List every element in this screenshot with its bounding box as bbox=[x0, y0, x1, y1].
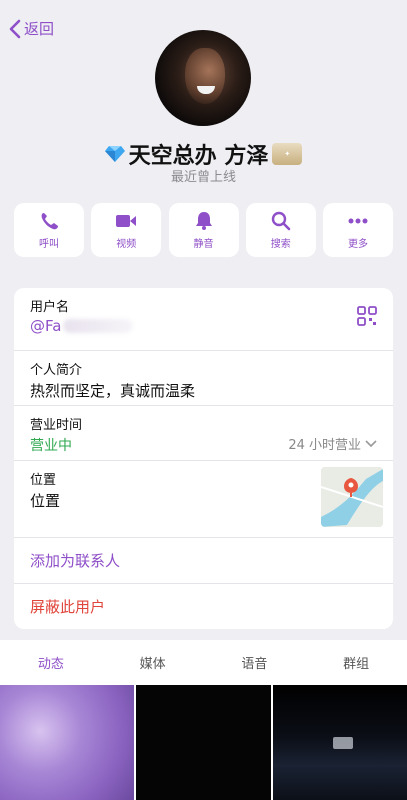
tab-groups[interactable]: 群组 bbox=[333, 653, 379, 672]
business-hours-row[interactable]: 营业时间 营业中 24 小时营业 bbox=[14, 406, 393, 461]
more-label: 更多 bbox=[348, 238, 368, 250]
location-row[interactable]: 位置 位置 bbox=[14, 461, 393, 538]
bio-row: 个人简介 热烈而坚定，真诚而温柔 bbox=[14, 351, 393, 406]
back-button[interactable]: 返回 bbox=[8, 18, 54, 39]
media-thumbnail[interactable] bbox=[0, 685, 135, 800]
premium-badge-icon: ✦ bbox=[272, 143, 303, 165]
tab-posts[interactable]: 动态 bbox=[28, 653, 74, 690]
back-label: 返回 bbox=[24, 20, 55, 38]
thumbnail-highlight bbox=[332, 737, 353, 749]
business-hours-summary: 24 小时营业 bbox=[288, 434, 377, 453]
call-button[interactable]: 呼叫 bbox=[14, 203, 84, 257]
tab-voice[interactable]: 语音 bbox=[231, 653, 277, 672]
username-value-wrap: @Fa bbox=[30, 317, 377, 335]
bell-icon bbox=[195, 211, 212, 230]
map-thumbnail bbox=[321, 467, 383, 527]
username-blurred bbox=[63, 319, 134, 333]
tab-media[interactable]: 媒体 bbox=[130, 653, 176, 672]
username-label: 用户名 bbox=[30, 300, 70, 315]
location-map[interactable] bbox=[321, 467, 383, 527]
content-tabs: 动态 媒体 语音 群组 bbox=[0, 640, 407, 690]
business-hours-label: 营业时间 bbox=[30, 418, 83, 433]
business-hours-value: 24 小时营业 bbox=[288, 438, 361, 453]
mute-button[interactable]: 静音 bbox=[168, 203, 239, 257]
phone-icon bbox=[41, 212, 58, 229]
avatar[interactable] bbox=[155, 30, 251, 126]
chevron-left-icon bbox=[9, 19, 21, 38]
action-bar: 呼叫 视频 静音 搜索 更多 bbox=[14, 203, 393, 257]
search-icon bbox=[271, 211, 291, 230]
more-icon bbox=[348, 218, 368, 223]
qr-code-icon[interactable] bbox=[357, 306, 377, 326]
add-contact-button[interactable]: 添加为联系人 bbox=[14, 538, 393, 584]
last-seen-status: 最近曾上线 bbox=[170, 170, 236, 185]
bio-label: 个人简介 bbox=[30, 363, 83, 378]
call-label: 呼叫 bbox=[39, 238, 59, 250]
search-button[interactable]: 搜索 bbox=[245, 203, 316, 257]
more-button[interactable]: 更多 bbox=[323, 203, 393, 257]
bio-value: 热烈而坚定，真诚而温柔 bbox=[30, 382, 196, 400]
media-thumbnail[interactable] bbox=[136, 685, 271, 800]
avatar-face bbox=[185, 48, 225, 104]
info-card: 用户名 @Fa 个人简介 热烈而坚定，真诚而温柔 营业时间 营业中 24 小时营… bbox=[14, 288, 393, 629]
video-icon bbox=[116, 214, 137, 227]
username-row[interactable]: 用户名 @Fa bbox=[14, 288, 393, 351]
search-label: 搜索 bbox=[270, 238, 291, 250]
media-thumbnail[interactable] bbox=[272, 685, 407, 800]
diamond-icon bbox=[104, 146, 125, 162]
media-grid bbox=[0, 685, 407, 800]
video-button[interactable]: 视频 bbox=[91, 203, 162, 257]
block-user-button[interactable]: 屏蔽此用户 bbox=[14, 584, 393, 629]
username-value[interactable]: @Fa bbox=[30, 317, 61, 335]
video-label: 视频 bbox=[116, 238, 137, 250]
chevron-down-icon bbox=[365, 439, 377, 447]
mute-label: 静音 bbox=[193, 238, 214, 250]
